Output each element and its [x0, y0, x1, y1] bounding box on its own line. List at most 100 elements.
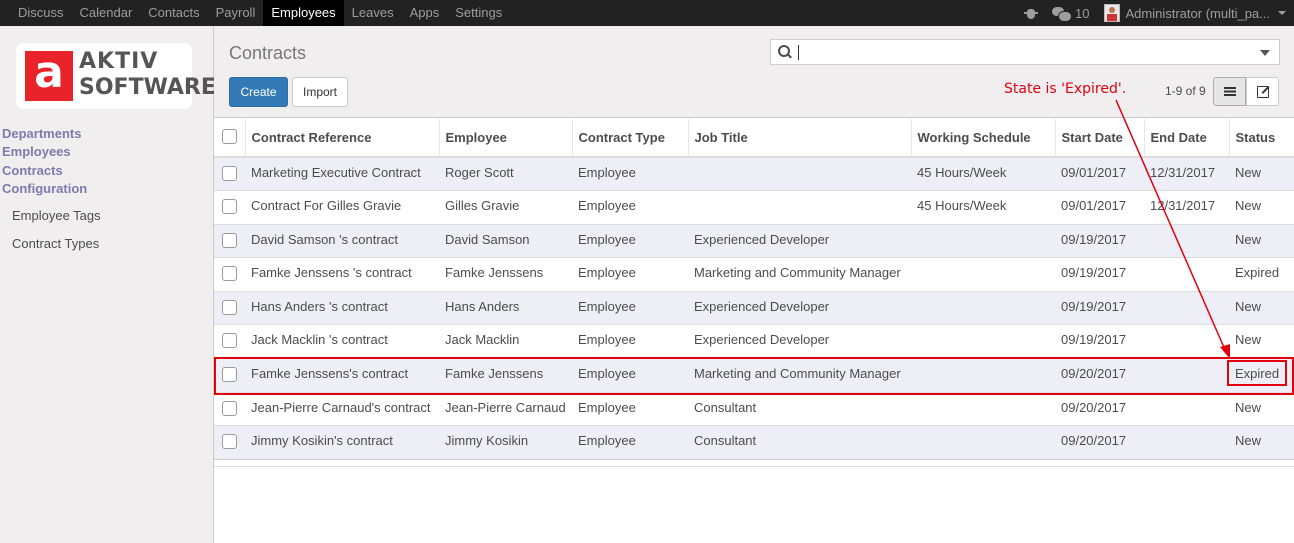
table-cell[interactable]: Famke Jenssens: [439, 257, 572, 292]
table-cell[interactable]: Employee: [572, 324, 688, 359]
sidebar-item-contracts[interactable]: Contracts: [2, 163, 63, 178]
table-cell[interactable]: David Samson: [439, 223, 572, 258]
table-cell[interactable]: Employee: [572, 190, 688, 225]
create-button[interactable]: Create: [229, 77, 288, 107]
table-cell[interactable]: 09/01/2017: [1055, 156, 1144, 191]
table-row[interactable]: Jack Macklin 's contract Jack Macklin Empl…: [214, 324, 1294, 359]
table-cell[interactable]: [1144, 358, 1229, 393]
table-cell[interactable]: New: [1229, 156, 1294, 191]
table-cell[interactable]: 12/31/2017: [1144, 156, 1229, 191]
form-view-button[interactable]: [1246, 77, 1279, 106]
column-header[interactable]: Working Schedule: [911, 119, 1056, 158]
column-header[interactable]: Job Title: [688, 119, 912, 158]
table-cell[interactable]: 09/01/2017: [1055, 190, 1144, 225]
table-cell[interactable]: Marketing and Community Manager: [688, 257, 911, 292]
table-cell[interactable]: [688, 156, 911, 191]
table-cell[interactable]: Employee: [572, 358, 688, 393]
nav-leaves[interactable]: Leaves: [344, 0, 402, 26]
table-cell[interactable]: 09/20/2017: [1055, 358, 1144, 393]
table-cell[interactable]: Employee: [572, 156, 688, 191]
table-cell[interactable]: New: [1229, 425, 1294, 460]
table-cell[interactable]: New: [1229, 290, 1294, 325]
row-checkbox[interactable]: [222, 367, 237, 383]
table-cell[interactable]: 09/19/2017: [1055, 257, 1144, 292]
pager-value[interactable]: 1-9 of 9: [1165, 84, 1206, 98]
table-cell[interactable]: [911, 425, 1055, 460]
row-checkbox[interactable]: [222, 266, 237, 282]
column-header[interactable]: Employee: [439, 119, 573, 158]
table-cell[interactable]: [911, 391, 1055, 426]
search-input[interactable]: [770, 39, 1280, 65]
table-cell[interactable]: Expired: [1229, 358, 1294, 393]
row-checkbox[interactable]: [222, 299, 237, 315]
nav-settings[interactable]: Settings: [447, 0, 510, 26]
column-header[interactable]: Status: [1229, 119, 1294, 158]
chevron-down-icon[interactable]: [1278, 11, 1286, 15]
table-cell[interactable]: Experienced Developer: [688, 324, 911, 359]
table-cell[interactable]: Famke Jenssens's contract: [245, 358, 439, 393]
table-cell[interactable]: Jean-Pierre Carnaud: [439, 391, 572, 426]
select-all-checkbox[interactable]: [221, 128, 237, 144]
table-cell[interactable]: Hans Anders 's contract: [245, 290, 439, 325]
table-cell[interactable]: [911, 324, 1055, 359]
list-view-button[interactable]: [1213, 77, 1246, 106]
table-row[interactable]: Hans Anders 's contract Hans Anders Employ…: [214, 290, 1294, 325]
table-cell[interactable]: New: [1229, 190, 1294, 225]
table-cell[interactable]: Experienced Developer: [688, 290, 911, 325]
table-cell[interactable]: [1144, 290, 1229, 325]
table-cell[interactable]: 09/20/2017: [1055, 425, 1144, 460]
avatar[interactable]: [1103, 4, 1120, 22]
table-cell[interactable]: Marketing Executive Contract: [245, 156, 439, 191]
row-checkbox[interactable]: [222, 333, 237, 349]
table-row[interactable]: David Samson 's contract David Samson Empl…: [214, 223, 1294, 258]
table-cell[interactable]: 09/19/2017: [1055, 223, 1144, 258]
column-header[interactable]: Contract Reference: [245, 119, 440, 158]
bug-icon[interactable]: [1024, 6, 1039, 20]
table-cell[interactable]: Famke Jenssens: [439, 358, 572, 393]
table-cell[interactable]: [911, 358, 1055, 393]
row-checkbox[interactable]: [222, 232, 237, 248]
table-cell[interactable]: 09/19/2017: [1055, 290, 1144, 325]
table-cell[interactable]: [1144, 425, 1229, 460]
table-cell[interactable]: Employee: [572, 290, 688, 325]
table-cell[interactable]: 45 Hours/Week: [911, 190, 1055, 225]
search-options-toggle[interactable]: [1260, 50, 1270, 56]
sidebar-item-contract-types[interactable]: Contract Types: [12, 236, 99, 251]
nav-apps[interactable]: Apps: [402, 0, 448, 26]
row-checkbox[interactable]: [222, 434, 237, 450]
sidebar-item-configuration[interactable]: Configuration: [2, 181, 87, 196]
table-cell[interactable]: Employee: [572, 223, 688, 258]
table-cell[interactable]: [1144, 257, 1229, 292]
table-row[interactable]: Contract For Gilles Gravie Gilles Gravie E…: [214, 190, 1294, 225]
table-cell[interactable]: Jack Macklin 's contract: [245, 324, 439, 359]
row-checkbox[interactable]: [222, 199, 237, 215]
table-cell[interactable]: [911, 257, 1055, 292]
nav-employees[interactable]: Employees: [263, 0, 344, 26]
nav-discuss[interactable]: Discuss: [10, 0, 72, 26]
table-cell[interactable]: Gilles Gravie: [439, 190, 572, 225]
row-checkbox[interactable]: [222, 166, 237, 181]
table-cell[interactable]: New: [1229, 391, 1294, 426]
table-cell[interactable]: Employee: [572, 425, 688, 460]
row-checkbox[interactable]: [222, 400, 237, 416]
sidebar-item-employee-tags[interactable]: Employee Tags: [12, 208, 101, 223]
table-cell[interactable]: Expired: [1229, 257, 1294, 292]
table-cell[interactable]: Jack Macklin: [439, 324, 572, 359]
table-row[interactable]: Marketing Executive Contract Roger Scott E…: [214, 156, 1294, 191]
table-cell[interactable]: Jimmy Kosikin: [439, 425, 572, 460]
sidebar-item-employees[interactable]: Employees: [2, 144, 71, 159]
column-header[interactable]: Start Date: [1055, 119, 1145, 158]
table-row[interactable]: Jimmy Kosikin's contract Jimmy Kosikin Emp…: [214, 425, 1294, 460]
message-count[interactable]: 10: [1075, 6, 1089, 21]
table-cell[interactable]: Famke Jenssens 's contract: [245, 257, 439, 292]
column-header[interactable]: Contract Type: [572, 119, 689, 158]
user-menu-label[interactable]: Administrator (multi_pa...: [1126, 6, 1271, 21]
table-cell[interactable]: [911, 290, 1055, 325]
table-cell[interactable]: Consultant: [688, 425, 911, 460]
table-cell[interactable]: 09/20/2017: [1055, 391, 1144, 426]
table-cell[interactable]: Consultant: [688, 391, 911, 426]
table-cell[interactable]: Employee: [572, 391, 688, 426]
table-cell[interactable]: [1144, 391, 1229, 426]
table-cell[interactable]: New: [1229, 223, 1294, 258]
sidebar-item-departments[interactable]: Departments: [2, 126, 81, 141]
